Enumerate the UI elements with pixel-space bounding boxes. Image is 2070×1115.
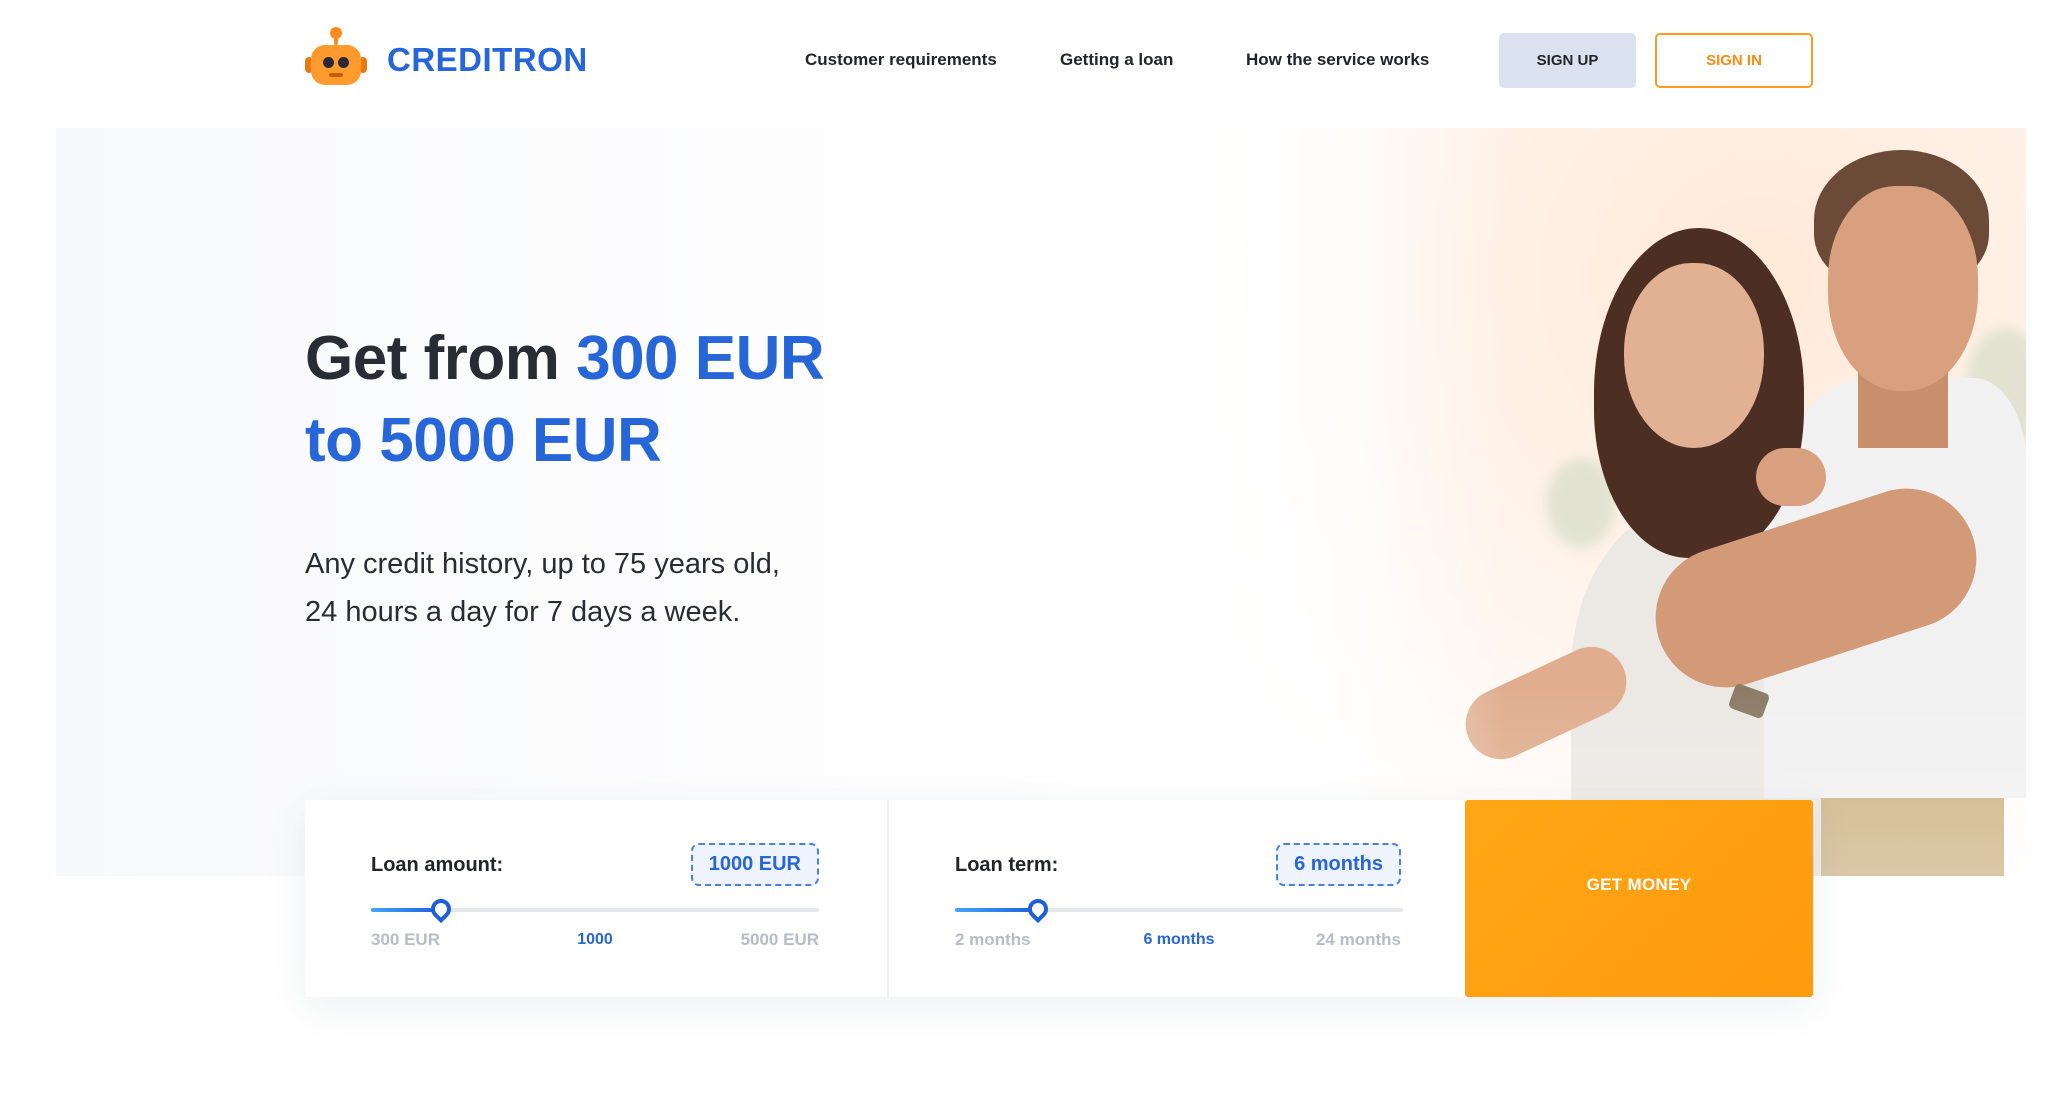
subline-2: 24 hours a day for 7 days a week. xyxy=(305,596,741,628)
loan-term-current: 6 months xyxy=(1143,931,1215,948)
brand-name: CREDITRON xyxy=(387,41,588,78)
loan-term-max: 24 months xyxy=(1315,930,1401,949)
get-money-button[interactable]: GET MONEY xyxy=(1465,800,1813,997)
loan-term-label: Loan term: xyxy=(955,854,1059,876)
loan-term-min: 2 months xyxy=(955,930,1031,949)
loan-amount-value[interactable]: 1000 EUR xyxy=(690,843,819,886)
nav-how-service-works[interactable]: How the service works xyxy=(1246,45,1429,75)
robot-icon xyxy=(305,27,367,87)
nav-customer-requirements[interactable]: Customer requirements xyxy=(805,45,997,75)
logo[interactable]: CREDITRON xyxy=(305,27,588,92)
sign-in-button[interactable]: SIGN IN xyxy=(1655,33,1813,88)
loan-amount-slider-handle[interactable] xyxy=(426,894,456,924)
loan-term-slider-handle[interactable] xyxy=(1023,894,1053,924)
loan-amount-slider[interactable] xyxy=(371,894,819,924)
site-header: CREDITRON Customer requirements Getting … xyxy=(0,0,2070,125)
hero-subline: Any credit history, up to 75 years old, 2… xyxy=(305,540,945,636)
loan-term-value[interactable]: 6 months xyxy=(1276,843,1401,886)
loan-calculator: Loan amount: 1000 EUR 300 EUR 1000 5000 … xyxy=(305,800,1813,997)
headline-max-amount: to 5000 EUR xyxy=(305,406,662,475)
subline-1: Any credit history, up to 75 years old, xyxy=(305,548,780,580)
hero-section xyxy=(56,128,2026,876)
hero-headline: Get from 300 EUR to 5000 EUR xyxy=(305,318,945,482)
loan-amount-panel: Loan amount: 1000 EUR 300 EUR 1000 5000 … xyxy=(305,800,885,997)
loan-amount-min: 300 EUR xyxy=(371,930,440,949)
sign-up-button[interactable]: SIGN UP xyxy=(1499,33,1636,88)
headline-min-amount: 300 EUR xyxy=(576,324,825,393)
hero-couple-photo xyxy=(1146,128,2026,876)
loan-term-panel: Loan term: 6 months 2 months 6 months 24… xyxy=(887,800,1467,997)
loan-amount-label: Loan amount: xyxy=(371,854,504,876)
nav-getting-a-loan[interactable]: Getting a loan xyxy=(1060,45,1173,75)
headline-prefix: Get from xyxy=(305,324,577,393)
loan-amount-current: 1000 xyxy=(577,931,613,948)
loan-term-slider[interactable] xyxy=(955,894,1403,924)
loan-term-slider-fill xyxy=(955,908,1038,912)
loan-amount-max: 5000 EUR xyxy=(740,930,819,949)
